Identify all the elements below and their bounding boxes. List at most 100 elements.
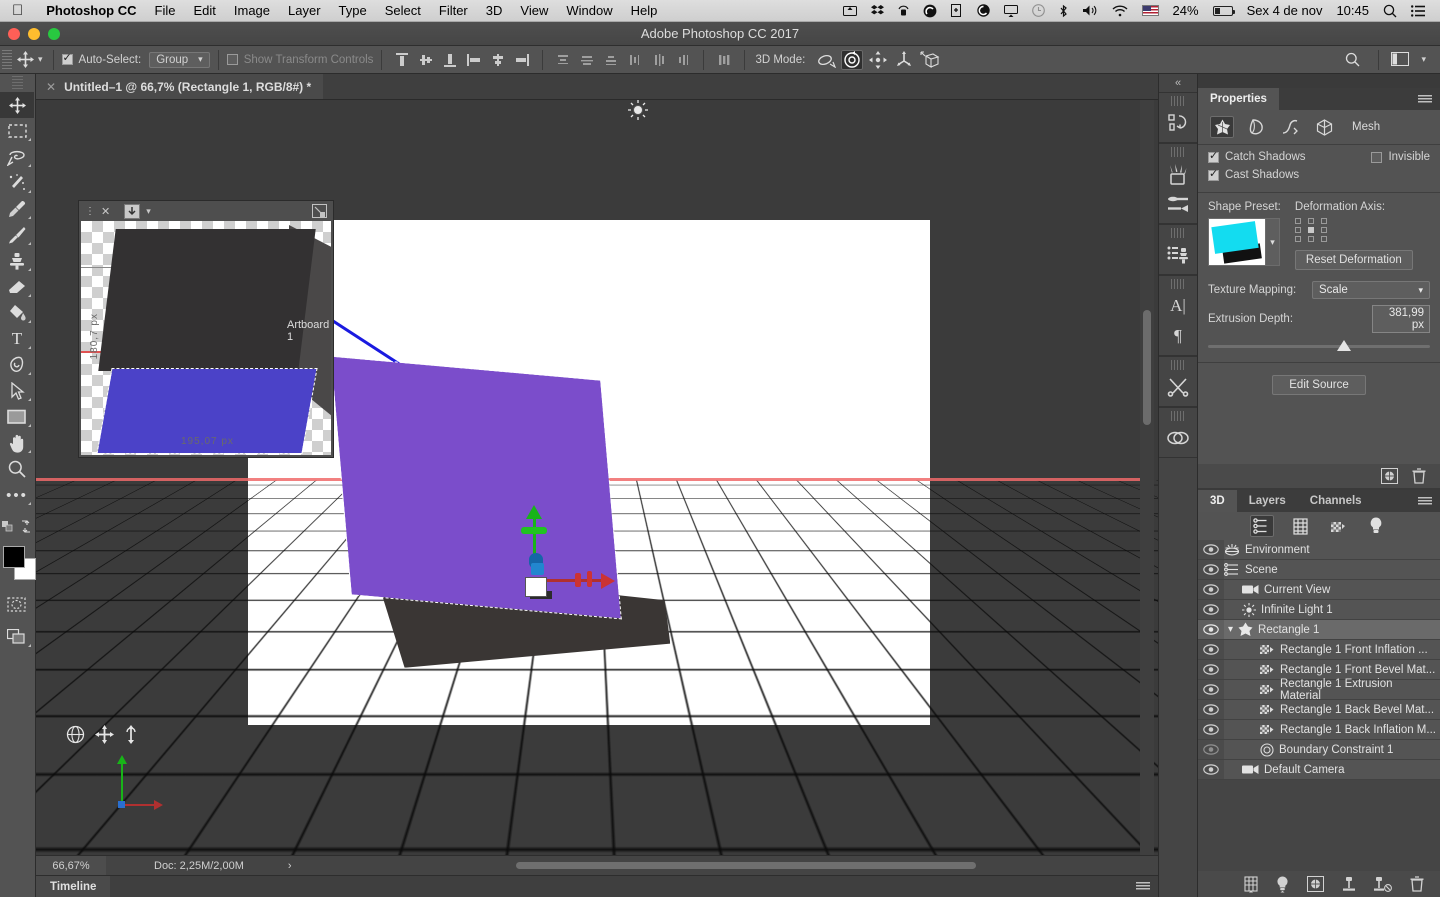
reset-deformation-button[interactable]: Reset Deformation [1294, 250, 1413, 270]
3d-tree-item-boundary-constraint-1[interactable]: Boundary Constraint 1 [1198, 740, 1440, 760]
active-tool-indicator[interactable]: ▾ [15, 51, 45, 68]
3d-tree-item-default-camera[interactable]: Default Camera [1198, 760, 1440, 780]
menu-item-select[interactable]: Select [376, 3, 430, 18]
shape-preset-picker[interactable]: ▾ [1208, 218, 1281, 266]
menu-item-layer[interactable]: Layer [279, 3, 330, 18]
chevron-down-icon[interactable]: ▾ [1266, 218, 1280, 266]
maximize-window-button[interactable] [48, 28, 60, 40]
deformation-axis-widget[interactable] [1294, 218, 1329, 244]
invisible-checkbox[interactable] [1371, 151, 1383, 163]
canvas-vertical-scrollbar-thumb[interactable] [1143, 310, 1151, 425]
paint-bucket-tool-button[interactable] [0, 300, 34, 326]
cast-shadows-checkbox[interactable] [1208, 167, 1219, 181]
3d-x-rotate-handle[interactable] [587, 571, 592, 587]
panel-menu-icon[interactable] [1136, 882, 1158, 891]
material-filter-icon[interactable] [1326, 515, 1350, 537]
3d-roll-button[interactable] [841, 49, 864, 70]
infinite-light-widget[interactable] [628, 100, 648, 120]
menu-item-window[interactable]: Window [557, 3, 621, 18]
deform-icon[interactable] [1244, 116, 1268, 138]
3d-tree-item-extrusion-material[interactable]: Rectangle 1 Extrusion Material [1198, 678, 1440, 702]
menu-item-type[interactable]: Type [330, 3, 376, 18]
chevron-down-icon[interactable]: ▾ [1415, 54, 1432, 65]
distribute-top-icon[interactable] [555, 52, 571, 68]
creative-cloud-icon[interactable] [916, 4, 944, 18]
3d-orbit-button[interactable] [815, 50, 837, 70]
tab-timeline[interactable]: Timeline [36, 876, 111, 897]
show-transform-controls-checkbox[interactable] [226, 54, 238, 65]
tab-layers[interactable]: Layers [1237, 490, 1298, 512]
screen-mode-button[interactable] [0, 624, 34, 650]
3d-z-scale-handle[interactable] [531, 563, 544, 575]
3d-tree-item-scene[interactable]: Scene [1198, 560, 1440, 580]
menu-item-view[interactable]: View [511, 3, 557, 18]
extrusion-depth-slider[interactable] [1208, 340, 1430, 352]
menu-item-3d[interactable]: 3D [477, 3, 512, 18]
tools-panel-grip[interactable] [12, 76, 23, 90]
3d-x-scale-handle[interactable] [575, 573, 581, 587]
paragraph-icon[interactable]: ¶ [1159, 321, 1197, 351]
dock-group-grip[interactable] [1171, 147, 1185, 157]
visibility-toggle-icon[interactable] [1198, 664, 1224, 675]
document-tab[interactable]: ✕ Untitled–1 @ 66,7% (Rectangle 1, RGB/8… [36, 74, 324, 99]
more-tools-button[interactable]: ••• [0, 482, 34, 508]
window-controls[interactable] [8, 28, 60, 40]
close-window-button[interactable] [8, 28, 20, 40]
foreground-color-swatch[interactable] [3, 546, 25, 568]
chevron-down-icon[interactable]: ▾ [1228, 624, 1233, 635]
orbit-ground-icon[interactable] [66, 725, 85, 744]
screenshot-icon[interactable] [944, 4, 970, 17]
search-icon[interactable] [1335, 52, 1370, 67]
mesh-icon[interactable] [1210, 116, 1234, 138]
3d-tree-item-current-view[interactable]: Current View [1198, 580, 1440, 600]
move-tool-button[interactable] [0, 92, 34, 118]
3d-tree-item-front-inflation-material[interactable]: Rectangle 1 Front Inflation ... [1198, 640, 1440, 660]
coordinates-icon[interactable] [1312, 116, 1336, 138]
dock-group-grip[interactable] [1171, 360, 1185, 370]
visibility-toggle-icon[interactable] [1198, 644, 1224, 655]
hand-tool-button[interactable] [0, 430, 34, 456]
3d-tree-item-environment[interactable]: Environment [1198, 540, 1440, 560]
menu-item-photoshop[interactable]: Photoshop CC [37, 3, 145, 18]
menu-item-filter[interactable]: Filter [430, 3, 477, 18]
close-icon[interactable]: ✕ [46, 80, 56, 94]
chevron-down-icon[interactable]: ▾ [146, 206, 151, 217]
panel-menu-icon[interactable] [1410, 490, 1440, 512]
rectangle-tool-button[interactable] [0, 404, 34, 430]
volume-icon[interactable] [1075, 4, 1105, 17]
airplay-icon[interactable] [997, 4, 1025, 17]
delete-icon[interactable] [1412, 468, 1426, 484]
visibility-toggle-icon[interactable] [1198, 724, 1224, 735]
color-controls[interactable] [0, 514, 34, 540]
styles-icon[interactable] [1159, 240, 1197, 270]
scene-filter-icon[interactable] [1250, 515, 1274, 537]
panel-menu-icon[interactable] [1410, 88, 1440, 110]
3d-tree-item-rectangle-1[interactable]: ▾ Rectangle 1 [1198, 620, 1440, 640]
distribute-horizontal-center-icon[interactable] [651, 52, 667, 68]
texture-mapping-dropdown[interactable]: Scale ▾ [1312, 281, 1430, 299]
apple-logo-icon[interactable]:  [0, 3, 37, 18]
pan-ground-icon[interactable] [95, 725, 114, 744]
shape-preview-panel-header[interactable]: ⋮ ✕ ▾ [79, 201, 333, 221]
shape-preset-thumbnail[interactable] [1208, 218, 1266, 266]
creative-cloud-libraries-icon[interactable] [1159, 423, 1197, 453]
light-filter-icon[interactable] [1364, 515, 1388, 537]
distribute-vertical-center-icon[interactable] [579, 52, 595, 68]
distribute-spacing-icon[interactable] [716, 52, 732, 68]
rectangular-marquee-tool-button[interactable] [0, 118, 34, 144]
brush-presets-icon[interactable] [1159, 159, 1197, 189]
tab-3d[interactable]: 3D [1198, 490, 1237, 512]
catch-shadows-checkbox[interactable] [1208, 149, 1219, 163]
character-icon[interactable]: A| [1159, 291, 1197, 321]
document-info[interactable]: Doc: 2,25M/2,00M › [106, 860, 292, 872]
3d-x-axis-arrow[interactable] [601, 573, 615, 589]
3d-axis-widget[interactable] [511, 505, 615, 599]
import-icon[interactable] [124, 203, 141, 219]
minimize-window-button[interactable] [28, 28, 40, 40]
3d-tree-item-back-bevel-material[interactable]: Rectangle 1 Back Bevel Mat... [1198, 700, 1440, 720]
align-bottom-edges-icon[interactable] [442, 52, 458, 68]
delete-constraint-icon[interactable] [1374, 876, 1392, 892]
chevron-right-icon[interactable]: › [288, 860, 292, 872]
color-swatches[interactable] [0, 544, 36, 584]
distribute-left-icon[interactable] [627, 52, 643, 68]
